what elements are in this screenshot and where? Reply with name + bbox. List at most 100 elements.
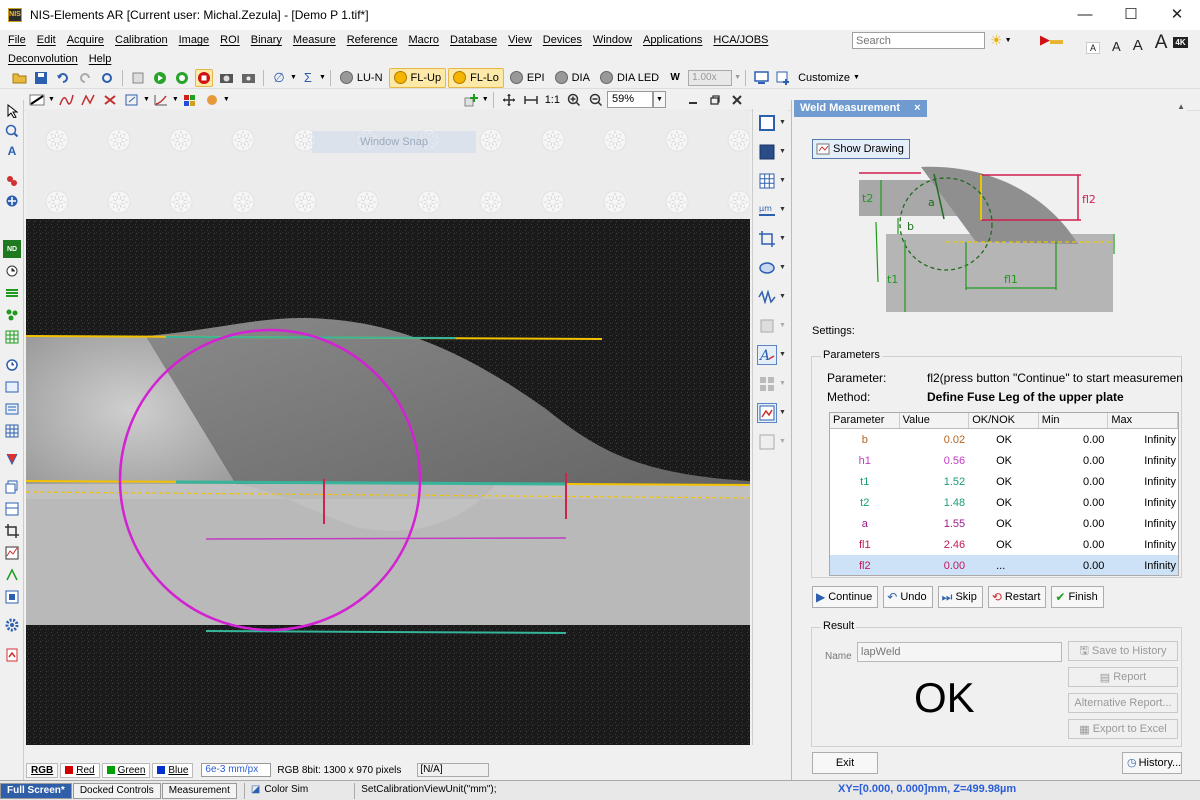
- color-sim-status[interactable]: ◪ Color Sim: [243, 782, 314, 799]
- redo-icon[interactable]: [76, 69, 94, 87]
- minimize-button[interactable]: —: [1062, 0, 1108, 30]
- maximize-button[interactable]: ☐: [1108, 0, 1154, 30]
- play-icon[interactable]: [151, 69, 169, 87]
- curve-icon[interactable]: [57, 91, 75, 109]
- customize-menu[interactable]: Customize: [798, 72, 850, 84]
- overlay-toggle-icon[interactable]: [757, 403, 777, 423]
- scan-icon[interactable]: [3, 588, 21, 606]
- tracking-icon[interactable]: [3, 566, 21, 584]
- lamp-dia-led[interactable]: DIA LED: [596, 68, 663, 88]
- undo-icon[interactable]: [54, 69, 72, 87]
- scale-bar-icon[interactable]: µm: [757, 200, 777, 220]
- table-row[interactable]: b 0.02 OK 0.00 Infinity: [830, 429, 1178, 450]
- chevron-down-icon[interactable]: ▼: [779, 438, 786, 445]
- channel-tab-green[interactable]: Green: [101, 762, 151, 778]
- tab-docked-controls[interactable]: Docked Controls: [72, 782, 161, 799]
- menu-applications[interactable]: Applications: [639, 32, 706, 49]
- add-layout-icon[interactable]: [774, 69, 792, 87]
- font-size-large[interactable]: A: [1133, 37, 1143, 54]
- ruler-icon[interactable]: [757, 316, 777, 336]
- grid-overlay-icon[interactable]: [757, 171, 777, 191]
- close-button[interactable]: ✕: [1154, 0, 1200, 30]
- lamp-epi[interactable]: EPI: [506, 68, 549, 88]
- filled-rectangle-icon[interactable]: [757, 142, 777, 162]
- menu-edit[interactable]: Edit: [33, 32, 60, 49]
- image-viewport[interactable]: Window Snap: [26, 109, 750, 745]
- channel-tab-blue[interactable]: Blue: [152, 762, 194, 778]
- zoom-level-input[interactable]: 59%: [606, 91, 653, 108]
- menu-devices[interactable]: Devices: [539, 32, 586, 49]
- crop-tool-icon[interactable]: [757, 229, 777, 249]
- menu-binary[interactable]: Binary: [247, 32, 286, 49]
- chevron-down-icon[interactable]: ▼: [779, 293, 786, 300]
- annotation-tool-icon[interactable]: A: [3, 142, 21, 160]
- lamp-lu-n[interactable]: LU-N: [336, 68, 387, 88]
- chevron-down-icon[interactable]: ▼: [319, 74, 326, 81]
- skip-button[interactable]: ⏭ Skip: [937, 586, 983, 608]
- lut-icon[interactable]: [28, 91, 46, 109]
- chevron-down-icon[interactable]: ▼: [853, 74, 860, 81]
- camera-icon[interactable]: [217, 69, 235, 87]
- gamma-icon[interactable]: [152, 91, 170, 109]
- stack-alt-icon[interactable]: [3, 500, 21, 518]
- particle-measure-icon[interactable]: [3, 306, 21, 324]
- exit-button[interactable]: Exit: [812, 752, 878, 774]
- macro-m-icon[interactable]: [3, 378, 21, 396]
- curve-alt-icon[interactable]: [79, 91, 97, 109]
- col-ok-nok[interactable]: OK/NOK: [969, 413, 1039, 428]
- menu-measure[interactable]: Measure: [289, 32, 340, 49]
- macro-list-icon[interactable]: [3, 400, 21, 418]
- profile-icon[interactable]: [3, 544, 21, 562]
- export-to-excel-button[interactable]: ▦ Export to Excel: [1068, 719, 1178, 739]
- table-row[interactable]: t1 1.52 OK 0.00 Infinity: [830, 471, 1178, 492]
- chevron-down-icon[interactable]: ▼: [779, 235, 786, 242]
- rectangle-roi-icon[interactable]: [757, 113, 777, 133]
- chevron-down-icon[interactable]: ▼: [290, 74, 297, 81]
- undo-button[interactable]: ↶ Undo: [883, 586, 933, 608]
- open-folder-icon[interactable]: [10, 69, 28, 87]
- zoom-1-1-button[interactable]: 1:1: [545, 94, 560, 106]
- image-compare-icon[interactable]: [757, 432, 777, 452]
- chevron-down-icon[interactable]: ▼: [172, 96, 179, 103]
- doc-minimize-icon[interactable]: [684, 91, 702, 109]
- menu-file[interactable]: File: [4, 32, 30, 49]
- menu-acquire[interactable]: Acquire: [63, 32, 108, 49]
- timer-icon[interactable]: [3, 356, 21, 374]
- menu-window[interactable]: Window: [589, 32, 636, 49]
- lamp-fl-lo[interactable]: FL-Lo: [448, 67, 504, 88]
- chevron-down-icon[interactable]: ▼: [779, 177, 786, 184]
- menu-view[interactable]: View: [504, 32, 536, 49]
- zoom-in-icon[interactable]: [565, 91, 583, 109]
- doc-close-icon[interactable]: [728, 91, 746, 109]
- menu-hca-jobs[interactable]: HCA/JOBS: [709, 32, 772, 49]
- font-size-xlarge[interactable]: A: [1155, 32, 1168, 54]
- slide-icon[interactable]: [3, 450, 21, 468]
- layers-measure-icon[interactable]: [3, 284, 21, 302]
- chevron-down-icon[interactable]: ▼: [143, 96, 150, 103]
- phase-tool-icon[interactable]: [3, 172, 21, 190]
- calibration-scale[interactable]: 6e-3 mm/px: [201, 763, 272, 777]
- panel-tab[interactable]: Weld Measurement ×: [794, 100, 927, 117]
- chevron-down-icon[interactable]: ▼: [779, 206, 786, 213]
- time-measure-icon[interactable]: [3, 262, 21, 280]
- zoom-dropdown-icon[interactable]: ▼: [652, 91, 666, 108]
- table-row[interactable]: a 1.55 OK 0.00 Infinity: [830, 513, 1178, 534]
- chevron-down-icon[interactable]: ▼: [779, 409, 786, 416]
- menu-roi[interactable]: ROI: [216, 32, 244, 49]
- zoom-rect-icon[interactable]: [123, 91, 141, 109]
- stack-icon[interactable]: [3, 478, 21, 496]
- tab-measurement[interactable]: Measurement: [161, 782, 237, 799]
- zoom-tool-icon[interactable]: [3, 122, 21, 140]
- table-row[interactable]: fl1 2.46 OK 0.00 Infinity: [830, 534, 1178, 555]
- settings-gear-icon[interactable]: [3, 616, 21, 634]
- continue-button[interactable]: ▶ Continue: [812, 586, 879, 608]
- save-icon[interactable]: [32, 69, 50, 87]
- alternative-report-button[interactable]: Alternative Report...: [1068, 693, 1178, 713]
- doc-restore-icon[interactable]: [706, 91, 724, 109]
- menu-calibration[interactable]: Calibration: [111, 32, 172, 49]
- table-row-selected[interactable]: fl2 0.00 ... 0.00 Infinity: [830, 555, 1178, 575]
- menu-reference[interactable]: Reference: [343, 32, 402, 49]
- report-icon[interactable]: [3, 646, 21, 664]
- channel-tab-red[interactable]: Red: [60, 762, 100, 778]
- chevron-down-icon[interactable]: ▼: [48, 96, 55, 103]
